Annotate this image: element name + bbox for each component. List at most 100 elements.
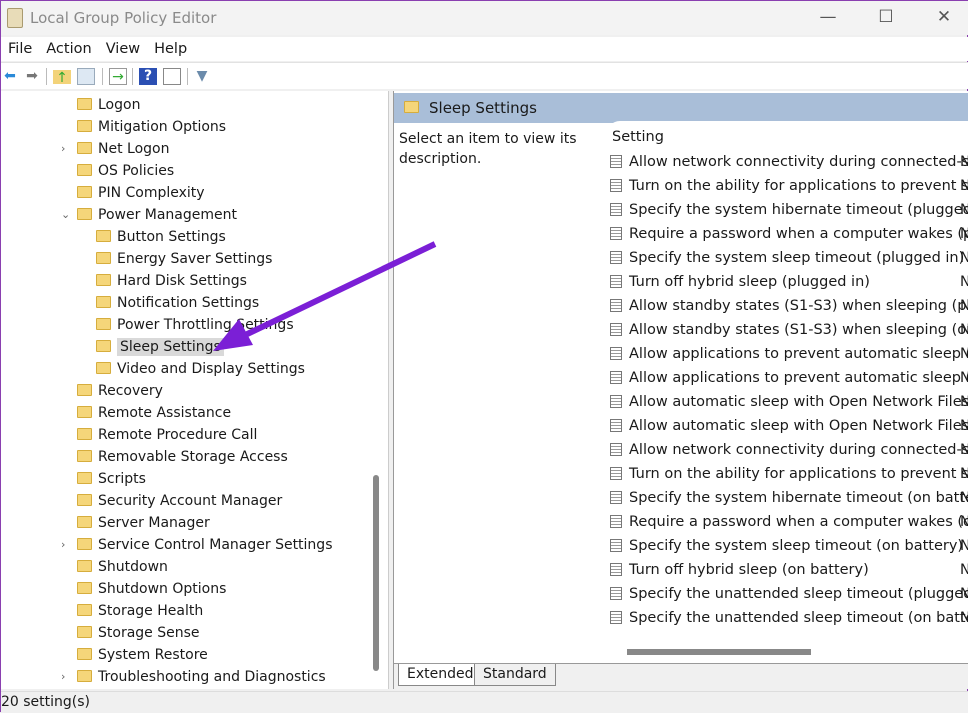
setting-state: N (960, 442, 968, 458)
tree-item[interactable]: Energy Saver Settings (96, 248, 272, 270)
tree-item[interactable]: OS Policies (77, 160, 174, 182)
help-icon[interactable]: ? (139, 68, 157, 85)
column-header-setting[interactable]: Setting (612, 129, 664, 145)
setting-row[interactable]: Require a password when a computer wakes… (610, 510, 968, 534)
setting-row[interactable]: Allow standby states (S1-S3) when sleepi… (610, 318, 968, 342)
setting-row[interactable]: Allow automatic sleep with Open Network … (610, 414, 968, 438)
setting-row[interactable]: Specify the system sleep timeout (plugge… (610, 246, 964, 270)
expand-chevron-icon[interactable]: › (61, 142, 65, 155)
setting-row[interactable]: Turn on the ability for applications to … (610, 174, 968, 198)
menu-view[interactable]: View (99, 37, 147, 61)
tree-item-label: Server Manager (98, 515, 210, 531)
setting-row[interactable]: Allow network connectivity during connec… (610, 438, 968, 462)
folder-icon (77, 472, 92, 484)
tree-item[interactable]: Sleep Settings (96, 336, 224, 358)
tree-item-label: Power Management (98, 207, 238, 223)
folder-icon (77, 582, 92, 594)
collapse-chevron-icon[interactable]: ⌄ (61, 208, 70, 221)
expand-chevron-icon[interactable]: › (61, 538, 65, 551)
tree-item[interactable]: Remote Procedure Call (77, 424, 257, 446)
setting-row[interactable]: Allow standby states (S1-S3) when sleepi… (610, 294, 968, 318)
tree-item[interactable]: System Restore (77, 644, 208, 666)
folder-icon (77, 98, 92, 110)
tab-standard[interactable]: Standard (474, 664, 556, 686)
forward-arrow-icon[interactable]: ➡ (23, 68, 41, 85)
tree-scrollbar[interactable] (373, 475, 379, 671)
tree-item[interactable]: Removable Storage Access (77, 446, 288, 468)
properties-icon[interactable] (163, 68, 181, 85)
policy-setting-icon (610, 467, 622, 480)
tree-item[interactable]: Notification Settings (96, 292, 259, 314)
tree-item[interactable]: Shutdown Options (77, 578, 226, 600)
setting-row[interactable]: Turn off hybrid sleep (plugged in) (610, 270, 870, 294)
tree-item[interactable]: Scripts (77, 468, 146, 490)
tree-item[interactable]: Mitigation Options (77, 116, 226, 138)
up-folder-icon[interactable]: ↑ (53, 70, 71, 86)
tree-item[interactable]: Video and Display Settings (96, 358, 305, 380)
setting-state: N (960, 178, 968, 194)
tree-item[interactable]: Service Control Manager Settings (77, 534, 333, 556)
setting-name: Turn on the ability for applications to … (629, 178, 968, 194)
export-list-icon[interactable]: → (109, 68, 127, 85)
setting-row[interactable]: Require a password when a computer wakes… (610, 222, 968, 246)
tree-item[interactable]: Net Logon (77, 138, 169, 160)
tree-item[interactable]: PIN Complexity (77, 182, 205, 204)
tree-item[interactable]: Recovery (77, 380, 163, 402)
menu-help[interactable]: Help (147, 37, 194, 61)
folder-icon (77, 164, 92, 176)
setting-row[interactable]: Specify the unattended sleep timeout (on… (610, 606, 968, 630)
setting-row[interactable]: Specify the system hibernate timeout (pl… (610, 198, 968, 222)
setting-row[interactable]: Specify the system hibernate timeout (on… (610, 486, 968, 510)
description-text: Select an item to view its description. (399, 131, 577, 167)
tree-item[interactable]: Hard Disk Settings (96, 270, 247, 292)
policy-setting-icon (610, 203, 622, 216)
setting-row[interactable]: Turn off hybrid sleep (on battery) (610, 558, 869, 582)
tree-item[interactable]: Storage Sense (77, 622, 200, 644)
horizontal-scrollbar[interactable] (627, 649, 811, 655)
tree-item[interactable]: Server Manager (77, 512, 210, 534)
setting-name: Specify the system hibernate timeout (pl… (629, 202, 968, 218)
setting-row[interactable]: Allow network connectivity during connec… (610, 150, 968, 174)
setting-state: N (960, 226, 968, 242)
filter-icon[interactable]: ▼ (193, 68, 211, 85)
setting-row[interactable]: Allow applications to prevent automatic … (610, 342, 968, 366)
tree-item[interactable]: Security Account Manager (77, 490, 282, 512)
tree-item[interactable]: Button Settings (96, 226, 226, 248)
tree-item[interactable]: Remote Assistance (77, 402, 231, 424)
tree-item-label: Shutdown Options (98, 581, 227, 597)
setting-state: N (960, 202, 968, 218)
setting-row[interactable]: Specify the system sleep timeout (on bat… (610, 534, 963, 558)
setting-row[interactable]: Specify the unattended sleep timeout (pl… (610, 582, 968, 606)
minimize-button[interactable]: — (813, 7, 843, 27)
tree-item[interactable]: Shutdown (77, 556, 168, 578)
setting-name: Allow network connectivity during connec… (629, 442, 968, 458)
setting-row[interactable]: Turn on the ability for applications to … (610, 462, 968, 486)
tree-item-label: Removable Storage Access (98, 449, 288, 465)
tree-item-label: Power Throttling Settings (117, 317, 294, 333)
setting-row[interactable]: Allow applications to prevent automatic … (610, 366, 968, 390)
maximize-button[interactable]: ☐ (871, 7, 901, 27)
menu-file[interactable]: File (1, 37, 39, 61)
settings-list: Setting Allow network connectivity durin… (606, 121, 968, 661)
folder-icon (77, 142, 92, 154)
show-hide-tree-icon[interactable] (77, 68, 95, 85)
tree-item-label: Remote Procedure Call (98, 427, 258, 443)
tree-item[interactable]: Power Throttling Settings (96, 314, 294, 336)
tree-item[interactable]: Logon (77, 94, 140, 116)
policy-setting-icon (610, 419, 622, 432)
folder-icon (77, 494, 92, 506)
setting-row[interactable]: Allow automatic sleep with Open Network … (610, 390, 968, 414)
tree-item[interactable]: Storage Health (77, 600, 203, 622)
tab-extended[interactable]: Extended (398, 664, 483, 686)
tree-item[interactable]: Power Management (77, 204, 237, 226)
expand-chevron-icon[interactable]: › (61, 670, 65, 683)
setting-name: Specify the system hibernate timeout (on… (629, 490, 968, 506)
tree-item-label: Hard Disk Settings (117, 273, 247, 289)
folder-icon (77, 626, 92, 638)
policy-setting-icon (610, 443, 622, 456)
close-button[interactable]: ✕ (929, 7, 959, 27)
policy-setting-icon (610, 323, 622, 336)
menu-action[interactable]: Action (39, 37, 98, 61)
back-arrow-icon[interactable]: ⬅ (1, 68, 19, 85)
tree-item[interactable]: Troubleshooting and Diagnostics (77, 666, 326, 688)
